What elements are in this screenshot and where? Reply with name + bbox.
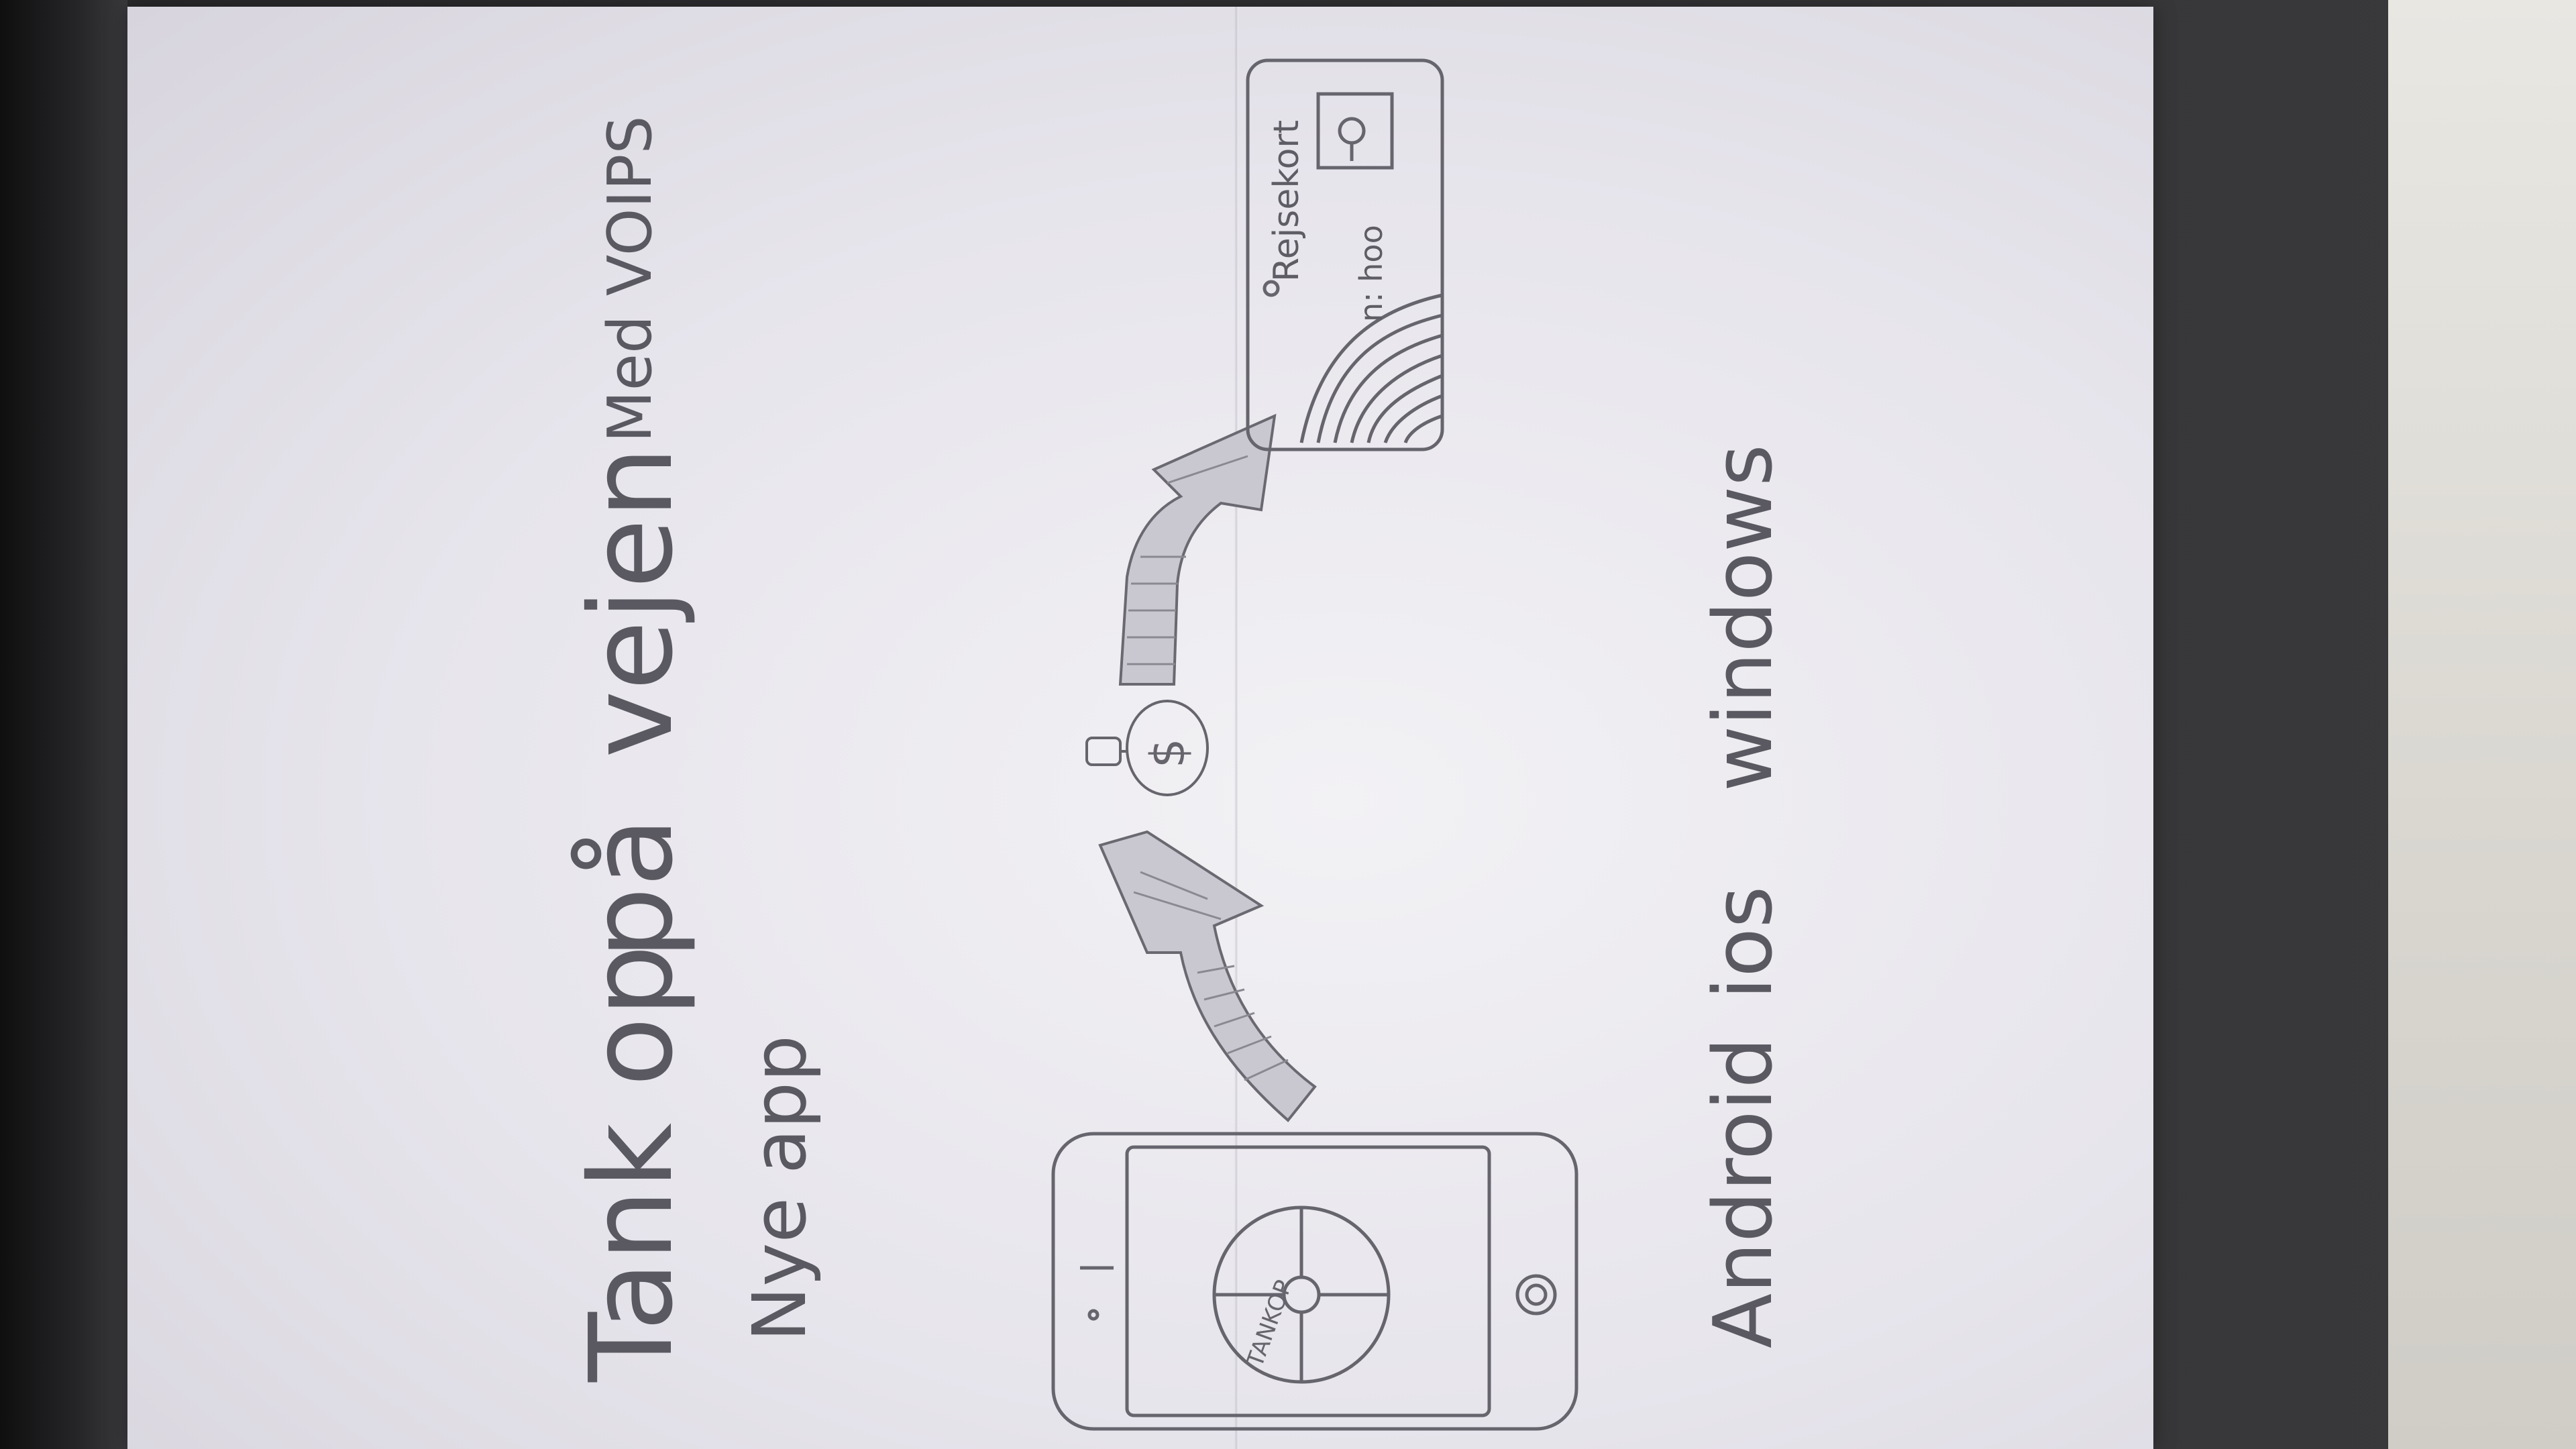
phone-screen-label: TANKOP <box>1242 1277 1298 1371</box>
phone-drawing <box>1051 1132 1578 1431</box>
title-vejen: vejen <box>566 446 698 758</box>
pencil-sketch: Tank op på vejen Med VOIPS Nye app Andro… <box>566 58 1790 1431</box>
platform-windows: windows <box>1697 444 1790 792</box>
arrow-up-left <box>1098 830 1317 1122</box>
subtitle-med-voips: Med VOIPS <box>595 115 665 443</box>
title-pa: på <box>566 817 698 959</box>
card-sub: n: hoo <box>1353 225 1389 322</box>
money-symbol: $ <box>1140 738 1195 768</box>
title-tank-op: Tank op <box>566 945 698 1383</box>
platform-android: Android <box>1697 1037 1790 1348</box>
photo-scene: Tank op på vejen Med VOIPS Nye app Andro… <box>0 0 2576 1449</box>
subtitle-nye-app: Nye app <box>737 1035 822 1342</box>
arrow-up-right <box>1118 413 1277 686</box>
platform-ios: ios <box>1697 886 1790 1000</box>
card-label: Rejsekort <box>1267 120 1307 282</box>
